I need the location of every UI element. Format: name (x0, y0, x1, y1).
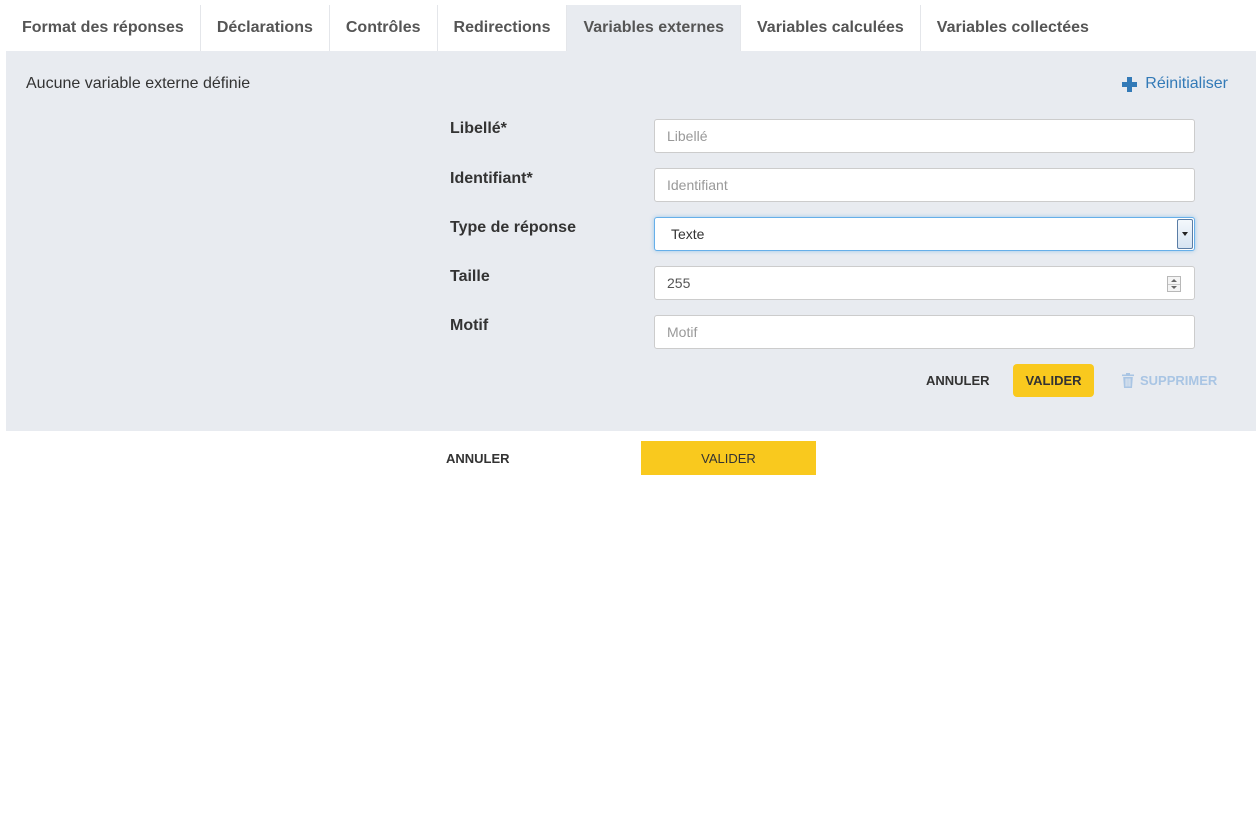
footer-cancel-button[interactable]: ANNULER (446, 441, 510, 475)
chevron-down-icon[interactable] (1177, 219, 1193, 249)
form-validate-button[interactable]: VALIDER (1013, 364, 1094, 397)
form-cancel-button[interactable]: ANNULER (906, 364, 1010, 397)
reset-label: Réinitialiser (1145, 75, 1228, 92)
size-field-label: Taille (450, 268, 490, 285)
pattern-field-label: Motif (450, 317, 489, 334)
size-value: 255 (667, 275, 691, 291)
size-input[interactable]: 255 (654, 266, 1195, 300)
type-field-label: Type de réponse (450, 219, 576, 236)
id-field-label: Identifiant* (450, 170, 533, 187)
tab-variables-externes[interactable]: Variables externes (567, 5, 742, 51)
delete-button: SUPPRIMER (1122, 364, 1217, 397)
tab-variables-collectees[interactable]: Variables collectées (921, 5, 1105, 51)
label-input[interactable] (654, 119, 1195, 153)
empty-message: Aucune variable externe définie (26, 75, 251, 92)
pattern-input[interactable] (654, 315, 1195, 349)
tab-controles[interactable]: Contrôles (330, 5, 438, 51)
identifier-input[interactable] (654, 168, 1195, 202)
external-variables-panel: Aucune variable externe définie Réinitia… (6, 52, 1256, 431)
tab-declarations[interactable]: Déclarations (201, 5, 330, 51)
reset-button[interactable]: Réinitialiser (1122, 75, 1228, 93)
tab-redirections[interactable]: Redirections (438, 5, 568, 51)
tab-bar: Format des réponses Déclarations Contrôl… (6, 5, 1256, 52)
size-stepper[interactable] (1167, 276, 1181, 292)
footer-validate-button[interactable]: VALIDER (641, 441, 816, 475)
plus-icon (1122, 76, 1138, 92)
tab-variables-calculees[interactable]: Variables calculées (741, 5, 921, 51)
stepper-down-icon[interactable] (1168, 283, 1180, 292)
delete-label: SUPPRIMER (1140, 373, 1218, 388)
label-field-label: Libellé* (450, 120, 507, 137)
response-type-value: Texte (671, 226, 705, 242)
response-type-select[interactable]: Texte (654, 217, 1195, 251)
trash-icon (1122, 373, 1134, 388)
tab-format-des-reponses[interactable]: Format des réponses (6, 5, 201, 51)
